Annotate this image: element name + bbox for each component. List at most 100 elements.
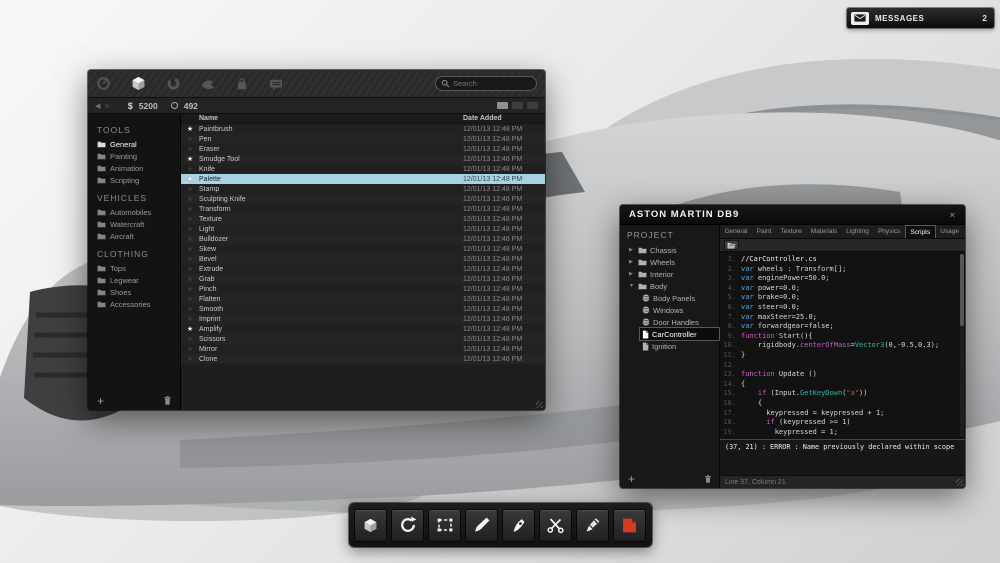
star-icon[interactable]: ★ (181, 186, 199, 193)
chat-tool-button[interactable] (268, 77, 284, 91)
table-row[interactable]: ★Knife12/01/13 12:48 PM (181, 164, 545, 174)
view-wide-button[interactable] (497, 102, 508, 109)
table-row[interactable]: ★Palette12/01/13 12:48 PM (181, 174, 545, 184)
back-arrow-icon[interactable]: ◀ (95, 102, 100, 110)
inspector-titlebar[interactable]: ASTON MARTIN DB9 × (620, 205, 965, 225)
star-icon[interactable]: ★ (181, 296, 199, 303)
star-icon[interactable]: ★ (181, 336, 199, 343)
resize-handle[interactable] (536, 401, 543, 408)
tree-item-chassis[interactable]: ▶Chassis (627, 244, 719, 256)
star-icon[interactable]: ★ (181, 196, 199, 203)
table-row[interactable]: ★Texture12/01/13 12:48 PM (181, 214, 545, 224)
add-button[interactable]: + (628, 474, 635, 484)
sidebar-item-accessories[interactable]: Accessories (97, 298, 180, 310)
tree-item-wheels[interactable]: ▶Wheels (627, 256, 719, 268)
marquee-button[interactable] (428, 509, 461, 542)
star-icon[interactable]: ★ (181, 126, 199, 133)
star-icon[interactable]: ★ (181, 356, 199, 363)
tab-materials[interactable]: Materials (806, 225, 841, 238)
star-icon[interactable]: ★ (181, 156, 199, 163)
tree-item-ignition[interactable]: Ignition (640, 340, 719, 352)
caret-down-icon[interactable]: ▼ (629, 283, 635, 289)
view-columns-button[interactable] (527, 102, 538, 109)
add-button[interactable]: + (97, 396, 104, 406)
tab-paint[interactable]: Paint (752, 225, 776, 238)
column-date-added[interactable]: Date Added (463, 115, 545, 122)
star-icon[interactable]: ★ (181, 266, 199, 273)
star-icon[interactable]: ★ (181, 256, 199, 263)
bag-tool-button[interactable] (235, 76, 249, 91)
table-row[interactable]: ★Grab12/01/13 12:48 PM (181, 274, 545, 284)
rotate-button[interactable] (391, 509, 424, 542)
search-input[interactable] (453, 79, 533, 88)
tab-usage[interactable]: Usage (936, 225, 964, 238)
scrollbar[interactable] (960, 254, 964, 437)
table-row[interactable]: ★Smooth12/01/13 12:48 PM (181, 304, 545, 314)
star-icon[interactable]: ★ (181, 176, 199, 183)
sidebar-item-scripting[interactable]: Scripting (97, 174, 180, 186)
cube-tool-button[interactable] (130, 75, 147, 92)
star-icon[interactable]: ★ (181, 216, 199, 223)
tree-item-windows[interactable]: Windows (640, 304, 719, 316)
sidebar-item-shoes[interactable]: Shoes (97, 286, 180, 298)
table-row[interactable]: ★Bevel12/01/13 12:48 PM (181, 254, 545, 264)
star-icon[interactable]: ★ (181, 246, 199, 253)
scissors-button[interactable] (539, 509, 572, 542)
swatch-button[interactable] (613, 509, 646, 542)
tree-item-body-panels[interactable]: Body Panels (640, 292, 719, 304)
trash-icon[interactable] (704, 474, 712, 484)
table-row[interactable]: ★Pen12/01/13 12:48 PM (181, 134, 545, 144)
tab-texture[interactable]: Texture (776, 225, 806, 238)
star-icon[interactable]: ★ (181, 276, 199, 283)
resize-handle[interactable] (956, 479, 963, 486)
search-box[interactable] (435, 76, 537, 91)
tree-item-body[interactable]: ▼Body (627, 280, 719, 292)
table-row[interactable]: ★Flatten12/01/13 12:48 PM (181, 294, 545, 304)
star-icon[interactable]: ★ (181, 316, 199, 323)
star-icon[interactable]: ★ (181, 166, 199, 173)
sidebar-item-tops[interactable]: Tops (97, 262, 180, 274)
open-folder-button[interactable] (724, 240, 739, 250)
tab-general[interactable]: General (720, 225, 752, 238)
table-row[interactable]: ★Pinch12/01/13 12:48 PM (181, 284, 545, 294)
table-row[interactable]: ★Skew12/01/13 12:48 PM (181, 244, 545, 254)
table-row[interactable]: ★Bulldozer12/01/13 12:48 PM (181, 234, 545, 244)
sidebar-item-painting[interactable]: Painting (97, 150, 180, 162)
cube-button[interactable] (354, 509, 387, 542)
table-row[interactable]: ★Scissors12/01/13 12:48 PM (181, 334, 545, 344)
gauge-tool-button[interactable] (96, 76, 111, 91)
code-editor[interactable]: 1.//CarController.cs2.var wheels : Trans… (720, 252, 965, 439)
view-list-button[interactable] (512, 102, 523, 109)
tree-item-carcontroller[interactable]: CarController (640, 328, 719, 340)
table-row[interactable]: ★Imprint12/01/13 12:48 PM (181, 314, 545, 324)
close-icon[interactable]: × (950, 210, 956, 220)
paintbrush-button[interactable] (465, 509, 498, 542)
tree-item-door-handles[interactable]: Door Handles (640, 316, 719, 328)
table-row[interactable]: ★Eraser12/01/13 12:48 PM (181, 144, 545, 154)
table-row[interactable]: ★Stamp12/01/13 12:48 PM (181, 184, 545, 194)
forward-arrow-icon[interactable]: ▶ (105, 102, 110, 110)
table-row[interactable]: ★Extrude12/01/13 12:48 PM (181, 264, 545, 274)
column-name[interactable]: Name (199, 115, 463, 122)
star-icon[interactable]: ★ (181, 236, 199, 243)
sidebar-item-watercraft[interactable]: Watercraft (97, 218, 180, 230)
sidebar-item-legwear[interactable]: Legwear (97, 274, 180, 286)
caret-right-icon[interactable]: ▶ (629, 259, 635, 265)
star-icon[interactable]: ★ (181, 206, 199, 213)
star-icon[interactable]: ★ (181, 326, 199, 333)
tab-scripts[interactable]: Scripts (905, 225, 936, 238)
table-row[interactable]: ★Mirror12/01/13 12:48 PM (181, 344, 545, 354)
star-icon[interactable]: ★ (181, 146, 199, 153)
loop-tool-button[interactable] (166, 76, 181, 91)
trash-icon[interactable] (163, 395, 172, 406)
tab-physics[interactable]: Physics (873, 225, 904, 238)
ribbon-tool-button[interactable] (200, 77, 216, 91)
tree-item-interior[interactable]: ▶Interior (627, 268, 719, 280)
sidebar-item-general[interactable]: General (97, 138, 180, 150)
sidebar-item-animation[interactable]: Animation (97, 162, 180, 174)
star-icon[interactable]: ★ (181, 226, 199, 233)
sidebar-item-aircraft[interactable]: Aircraft (97, 230, 180, 242)
caret-right-icon[interactable]: ▶ (629, 247, 635, 253)
scrollbar-thumb[interactable] (960, 254, 964, 326)
table-row[interactable]: ★Amplify12/01/13 12:48 PM (181, 324, 545, 334)
